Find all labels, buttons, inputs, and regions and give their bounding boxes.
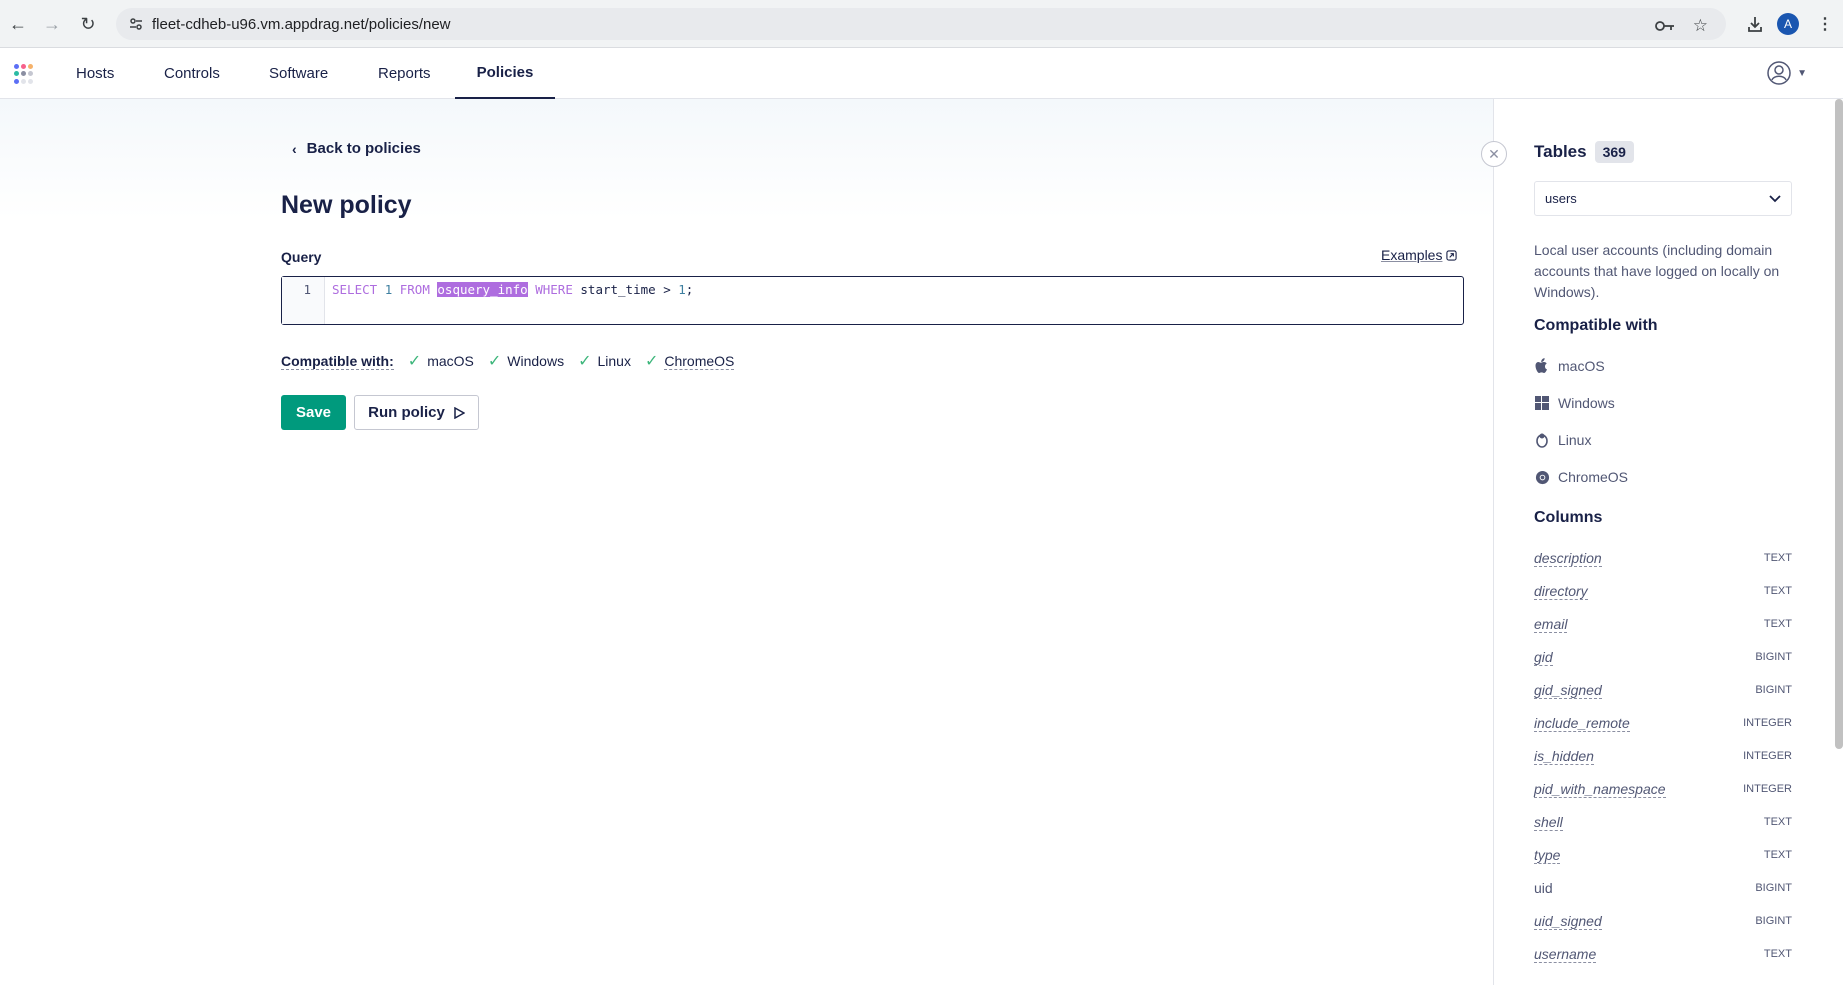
tables-header: Tables 369 [1534, 141, 1634, 163]
tables-count-badge: 369 [1594, 141, 1634, 163]
column-row: shell TEXT [1534, 813, 1792, 831]
close-sidebar-icon[interactable]: ✕ [1481, 141, 1507, 167]
external-link-icon [1446, 249, 1458, 261]
query-label: Query [281, 249, 322, 265]
user-avatar-icon [1767, 61, 1791, 85]
column-row: type TEXT [1534, 846, 1792, 864]
table-description: Local user accounts (including domain ac… [1534, 242, 1780, 300]
chrome-icon [1534, 469, 1550, 485]
line-number: 1 [282, 277, 325, 324]
platform-macos: macOS [1534, 358, 1605, 374]
sidebar-scrollbar[interactable] [1835, 99, 1843, 749]
nav-item-hosts[interactable]: Hosts [76, 48, 114, 99]
column-row: uid BIGINT [1534, 880, 1792, 896]
compatibility-row: Compatible with: ✓ macOS ✓ Windows ✓ Linux … [281, 351, 735, 371]
column-row: uid_signed BIGINT [1534, 912, 1792, 930]
chevron-left-icon: ‹ [292, 140, 297, 157]
play-icon [454, 406, 465, 419]
compat-windows: ✓ Windows [487, 353, 565, 370]
examples-label: Examples [1381, 247, 1443, 263]
check-icon: ✓ [407, 353, 422, 370]
key-icon[interactable] [1654, 19, 1675, 33]
app-nav-bar: Hosts Controls Software Reports Policies… [0, 48, 1843, 99]
check-icon: ✓ [644, 353, 659, 370]
site-info-icon[interactable] [128, 16, 144, 32]
column-row: email TEXT [1534, 615, 1792, 633]
examples-link[interactable]: Examples [1381, 247, 1458, 263]
run-policy-label: Run policy [368, 404, 445, 421]
column-row: pid_with_namespace INTEGER [1534, 780, 1792, 798]
apple-icon [1534, 358, 1550, 374]
reload-icon[interactable]: ↻ [76, 12, 100, 36]
compatible-with-heading: Compatible with [1534, 317, 1658, 334]
tables-title: Tables [1534, 142, 1587, 161]
column-row: gid BIGINT [1534, 648, 1792, 666]
column-row: gid_signed BIGINT [1534, 681, 1792, 699]
sql-code[interactable]: SELECT 1 FROM osquery_info WHERE start_t… [332, 282, 693, 297]
back-arrow-icon[interactable]: ← [6, 12, 30, 36]
back-to-policies-link[interactable]: ‹ Back to policies [292, 140, 421, 157]
column-row: description TEXT [1534, 549, 1792, 567]
save-button[interactable]: Save [281, 395, 346, 430]
page-title: New policy [281, 191, 412, 219]
compatible-label[interactable]: Compatible with: [281, 353, 394, 370]
user-menu[interactable]: ▼ [1767, 61, 1807, 85]
nav-item-software[interactable]: Software [269, 48, 328, 99]
selected-text: osquery_info [437, 282, 528, 297]
profile-avatar[interactable]: A [1774, 10, 1802, 38]
platform-linux: Linux [1534, 432, 1591, 448]
fleet-logo-icon[interactable] [14, 64, 34, 84]
address-bar[interactable]: fleet-cdheb-u96.vm.appdrag.net/policies/… [116, 8, 1726, 40]
check-icon: ✓ [487, 353, 502, 370]
compat-chromeos[interactable]: ✓ ChromeOS [644, 351, 735, 371]
chevron-down-icon: ▼ [1797, 67, 1807, 79]
table-select-dropdown[interactable]: users [1534, 181, 1792, 216]
chevron-down-icon [1769, 194, 1781, 202]
compat-macos: ✓ macOS [407, 353, 474, 370]
star-icon[interactable]: ☆ [1693, 16, 1708, 36]
run-policy-button[interactable]: Run policy [354, 395, 479, 430]
nav-item-controls[interactable]: Controls [164, 48, 220, 99]
linux-icon [1534, 432, 1550, 448]
main-content: ‹ Back to policies New policy Query Exam… [0, 99, 1493, 985]
download-icon[interactable] [1741, 10, 1769, 38]
browser-toolbar: ← → ↻ fleet-cdheb-u96.vm.appdrag.net/pol… [0, 0, 1843, 48]
check-icon: ✓ [578, 353, 592, 370]
column-row: include_remote INTEGER [1534, 714, 1792, 732]
url-text: fleet-cdheb-u96.vm.appdrag.net/policies/… [152, 15, 451, 33]
nav-item-reports[interactable]: Reports [378, 48, 431, 99]
back-link-label: Back to policies [306, 140, 421, 157]
windows-icon [1534, 395, 1550, 411]
table-sidebar: ✕ Tables 369 users Local user accounts (… [1481, 99, 1843, 985]
compat-linux: ✓ Linux [578, 353, 631, 370]
column-row: is_hidden INTEGER [1534, 747, 1792, 765]
platform-chromeos: ChromeOS [1534, 469, 1628, 485]
platform-windows: Windows [1534, 395, 1615, 411]
columns-heading: Columns [1534, 509, 1603, 526]
column-row: username TEXT [1534, 945, 1792, 963]
column-row: directory TEXT [1534, 582, 1792, 600]
forward-arrow-icon[interactable]: → [40, 12, 64, 36]
browser-menu-icon[interactable]: ⋮ [1811, 10, 1839, 38]
selected-table: users [1545, 191, 1577, 206]
nav-item-policies[interactable]: Policies [455, 48, 555, 99]
sql-editor[interactable]: 1 SELECT 1 FROM osquery_info WHERE start… [281, 276, 1464, 325]
